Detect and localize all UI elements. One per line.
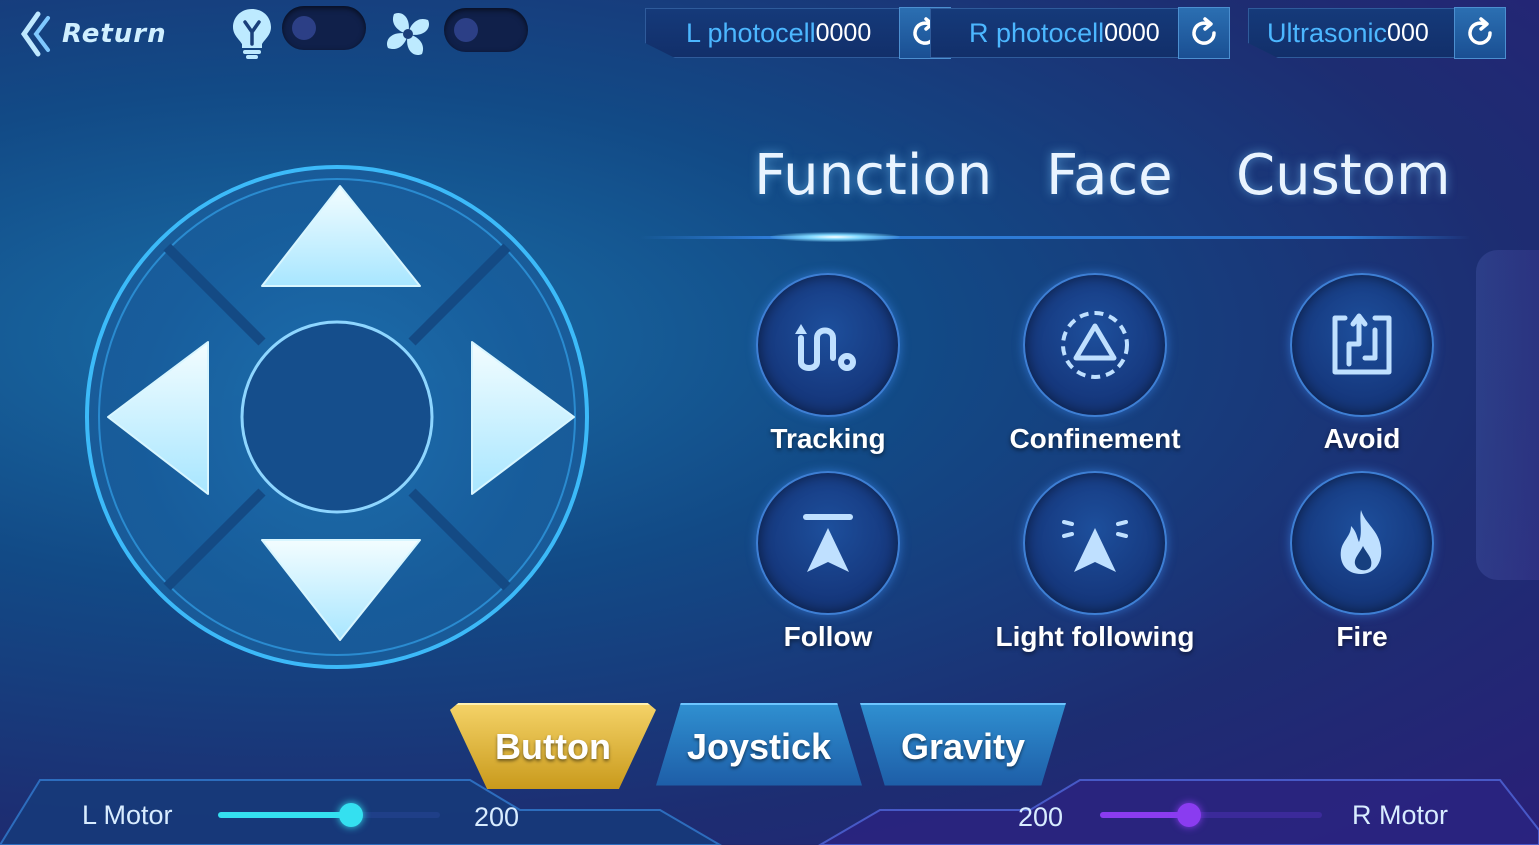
tab-function[interactable]: Function bbox=[754, 143, 992, 208]
tab-custom[interactable]: Custom bbox=[1236, 143, 1451, 208]
r-motor-label: R Motor bbox=[1352, 800, 1449, 830]
l-motor-value: 200 bbox=[474, 802, 520, 832]
function-label: Follow bbox=[783, 621, 873, 652]
ultrasonic-readout: Ultrasonic 000 bbox=[1248, 8, 1458, 58]
function-light-following[interactable]: Light following bbox=[965, 471, 1225, 653]
l-motor-slider-thumb[interactable] bbox=[339, 803, 364, 827]
l-motor-label: L Motor bbox=[82, 800, 173, 830]
ultrasonic-value: 000 bbox=[1387, 18, 1429, 47]
avoid-icon bbox=[1332, 313, 1392, 375]
light-following-icon bbox=[1062, 520, 1128, 572]
fan-toggle[interactable] bbox=[444, 8, 528, 52]
confinement-icon bbox=[1061, 311, 1129, 379]
l-photocell-label: L photocell bbox=[686, 17, 816, 48]
chevron-left-icon bbox=[20, 11, 50, 57]
tab-divider bbox=[640, 236, 1470, 239]
r-photocell-readout: R photocell 0000 bbox=[930, 8, 1180, 58]
function-label: Tracking bbox=[770, 423, 886, 454]
fire-icon bbox=[1340, 510, 1382, 574]
refresh-icon bbox=[1192, 17, 1216, 45]
l-motor-slider[interactable] bbox=[218, 803, 440, 827]
function-label: Confinement bbox=[1009, 423, 1181, 454]
function-fire[interactable]: Fire bbox=[1232, 471, 1492, 653]
r-motor-slider-thumb[interactable] bbox=[1176, 803, 1201, 827]
follow-icon bbox=[803, 514, 853, 572]
r-motor-slider[interactable] bbox=[1100, 803, 1322, 827]
l-photocell-readout: L photocell 0000 bbox=[645, 8, 907, 58]
function-label: Avoid bbox=[1323, 423, 1401, 454]
side-drawer-handle[interactable] bbox=[1476, 250, 1539, 580]
r-photocell-value: 0000 bbox=[1104, 18, 1160, 47]
active-tab-indicator bbox=[770, 232, 900, 242]
refresh-ultrasonic-button[interactable] bbox=[1454, 7, 1506, 59]
r-photocell-label: R photocell bbox=[969, 17, 1105, 48]
function-label: Light following bbox=[995, 621, 1195, 652]
return-label: Return bbox=[62, 19, 167, 49]
r-motor-value: 200 bbox=[1018, 802, 1064, 832]
r-motor-slider-fill bbox=[1100, 812, 1189, 818]
mode-joystick-button[interactable]: Joystick bbox=[656, 703, 862, 786]
return-button[interactable]: Return bbox=[18, 8, 198, 60]
dpad-center-button[interactable] bbox=[240, 320, 434, 514]
tab-face[interactable]: Face bbox=[1046, 143, 1173, 208]
function-confinement[interactable]: Confinement bbox=[965, 273, 1225, 455]
l-motor-slider-fill bbox=[218, 812, 352, 818]
function-avoid[interactable]: Avoid bbox=[1232, 273, 1492, 455]
function-tracking[interactable]: Tracking bbox=[698, 273, 958, 455]
function-label: Fire bbox=[1336, 621, 1388, 652]
light-toggle[interactable] bbox=[282, 6, 366, 50]
refresh-icon bbox=[1468, 17, 1492, 45]
function-follow[interactable]: Follow bbox=[698, 471, 958, 653]
refresh-r-photocell-button[interactable] bbox=[1178, 7, 1230, 59]
light-bulb-icon bbox=[228, 6, 276, 60]
direction-pad bbox=[85, 165, 589, 669]
fan-icon bbox=[380, 6, 436, 62]
tracking-icon bbox=[795, 324, 856, 371]
mode-gravity-button[interactable]: Gravity bbox=[860, 703, 1066, 786]
l-photocell-value: 0000 bbox=[815, 18, 872, 47]
ultrasonic-label: Ultrasonic bbox=[1267, 17, 1388, 48]
